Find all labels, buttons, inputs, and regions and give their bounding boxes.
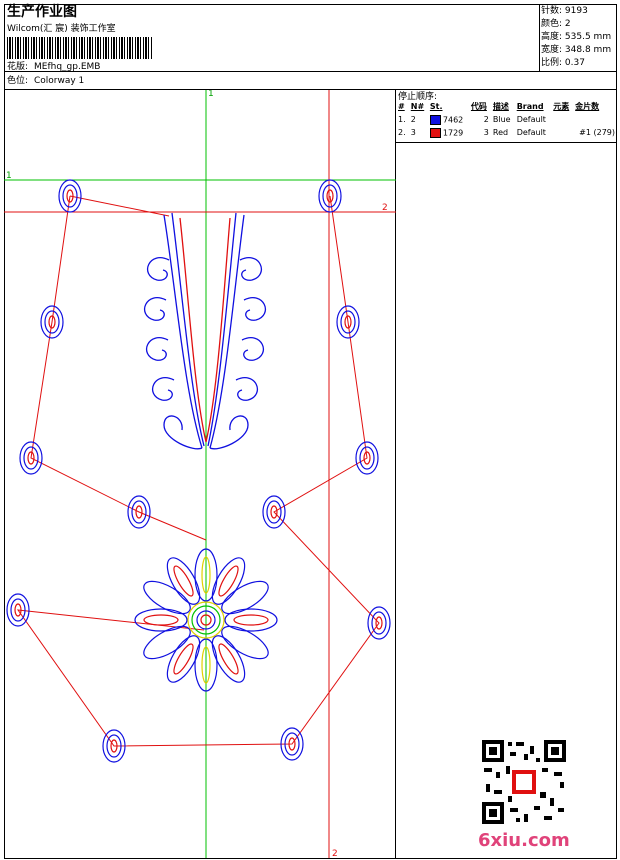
collar-motif xyxy=(144,212,266,450)
watermark-logo: 6xiu.com xyxy=(478,830,570,851)
qr-code xyxy=(480,738,568,826)
sequence-header-row: # N# St. 代码 描述 Brand 元素 金片数 xyxy=(398,102,600,111)
stat-row: 针数: 9193 xyxy=(541,6,588,16)
embroidery-preview: 1 1 2 2 xyxy=(4,90,396,858)
colorway-value: Colorway 1 xyxy=(34,76,85,86)
stats-panel: 针数: 9193 颜色: 2 高度: 535.5 mm 宽度: 348.8 mm… xyxy=(541,5,617,71)
stat-row: 颜色: 2 xyxy=(541,19,571,29)
sequence-table: # N# St. 代码 描述 Brand 元素 金片数 1. 2 7462 2 … xyxy=(396,100,617,139)
leaf-motifs xyxy=(6,179,391,763)
colorway-label: 色位: xyxy=(7,76,29,86)
stat-row: 宽度: 348.8 mm xyxy=(541,45,612,55)
color-swatch xyxy=(429,127,441,138)
color-swatch xyxy=(429,114,441,125)
sequence-divider xyxy=(395,142,617,143)
jump-lines xyxy=(16,195,380,747)
guide-label-h2: 2 xyxy=(382,203,388,213)
guide-label-v2: 2 xyxy=(332,849,338,858)
company-name: Wilcom(汇 宸) 装饰工作室 xyxy=(7,24,116,34)
guide-label-h1: 1 xyxy=(6,171,12,181)
design-value: MEfhq_gp.EMB xyxy=(34,62,101,72)
barcode xyxy=(7,37,152,59)
stat-row: 高度: 535.5 mm xyxy=(541,32,612,42)
guide-label-v1: 1 xyxy=(208,90,214,99)
stat-row: 比例: 0.37 xyxy=(541,58,585,68)
page-title: 生产作业图 xyxy=(7,4,77,20)
design-label: 花版: xyxy=(7,62,29,72)
table-row: 1. 2 7462 2 Blue Default xyxy=(398,114,546,125)
table-row: 2. 3 1729 3 Red Default #1 (279) xyxy=(398,127,615,138)
